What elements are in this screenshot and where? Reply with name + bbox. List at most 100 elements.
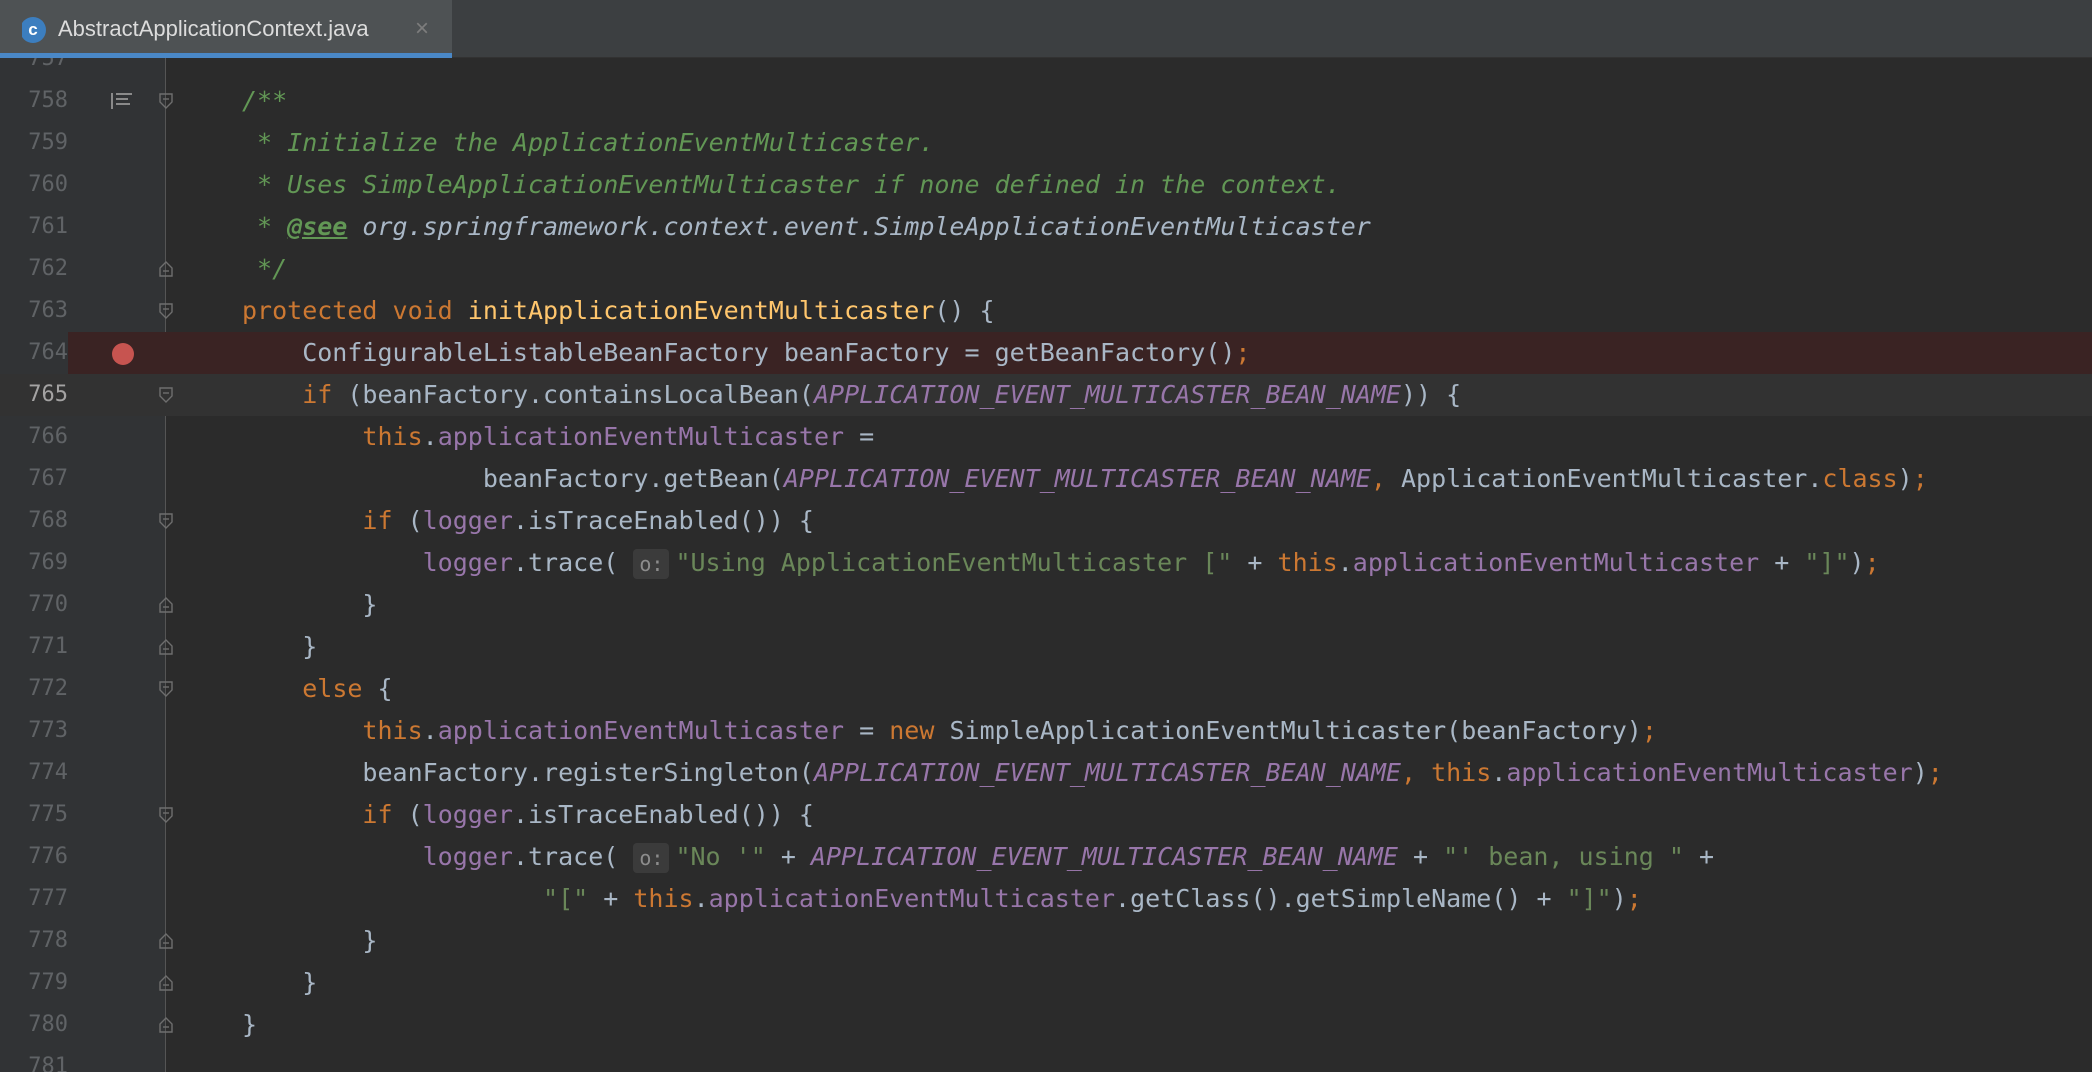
fold-close-icon[interactable] [159, 933, 173, 949]
code-line[interactable]: 767 beanFactory.getBean(APPLICATION_EVEN… [0, 458, 2092, 500]
close-icon[interactable]: × [415, 0, 429, 58]
line-number[interactable]: 766 [0, 416, 68, 458]
line-number[interactable]: 776 [0, 836, 68, 878]
code-line[interactable]: 763 protected void initApplicationEventMu… [0, 290, 2092, 332]
code-line[interactable]: 773 this.applicationEventMulticaster = n… [0, 710, 2092, 752]
code-token: ; [1912, 464, 1928, 493]
code-text[interactable]: * Initialize the ApplicationEventMultica… [242, 122, 934, 164]
breakpoint-icon[interactable] [112, 343, 134, 365]
code-token: ApplicationEventMulticaster. [1400, 464, 1823, 493]
line-number[interactable]: 765 [0, 374, 68, 416]
code-text[interactable]: beanFactory.registerSingleton(APPLICATIO… [242, 752, 1942, 794]
code-line[interactable]: 770 } [0, 584, 2092, 626]
line-number[interactable]: 780 [0, 1004, 68, 1046]
code-text[interactable]: if (beanFactory.containsLocalBean(APPLIC… [242, 374, 1461, 416]
toggle-rendered-doc-icon[interactable] [111, 91, 133, 111]
code-line[interactable]: 781 [0, 1046, 2092, 1072]
code-line[interactable]: 768 if (logger.isTraceEnabled()) { [0, 500, 2092, 542]
line-number[interactable]: 779 [0, 962, 68, 1004]
code-line[interactable]: 780} [0, 1004, 2092, 1046]
code-text[interactable]: this.applicationEventMulticaster = new S… [242, 710, 1656, 752]
line-number[interactable]: 761 [0, 206, 68, 248]
code-line[interactable]: 771 } [0, 626, 2092, 668]
code-line[interactable]: 764 ConfigurableListableBeanFactory bean… [0, 332, 2092, 374]
fold-close-icon[interactable] [159, 1017, 173, 1033]
code-line[interactable]: 765 if (beanFactory.containsLocalBean(AP… [0, 374, 2092, 416]
code-text[interactable]: * Uses SimpleApplicationEventMulticaster… [242, 164, 1341, 206]
fold-open-icon[interactable] [159, 303, 173, 319]
line-number[interactable]: 774 [0, 752, 68, 794]
code-text[interactable]: logger.trace( o: "No '" + APPLICATION_EVE… [242, 836, 1714, 878]
code-token: * Uses SimpleApplicationEventMulticaster… [242, 170, 1341, 199]
code-text[interactable]: "[" + this.applicationEventMulticaster.g… [242, 878, 1642, 920]
code-token: .getClass().getSimpleName() + [1115, 884, 1567, 913]
code-line[interactable]: 774 beanFactory.registerSingleton(APPLIC… [0, 752, 2092, 794]
line-number[interactable]: 771 [0, 626, 68, 668]
code-text[interactable]: protected void initApplicationEventMulti… [242, 290, 995, 332]
code-line[interactable]: 760 * Uses SimpleApplicationEventMultica… [0, 164, 2092, 206]
fold-open-icon[interactable] [159, 807, 173, 823]
line-number[interactable]: 769 [0, 542, 68, 584]
code-line[interactable]: 779 } [0, 962, 2092, 1004]
code-line[interactable]: 775 if (logger.isTraceEnabled()) { [0, 794, 2092, 836]
code-line[interactable]: 772 else { [0, 668, 2092, 710]
line-number[interactable]: 770 [0, 584, 68, 626]
code-text[interactable]: if (logger.isTraceEnabled()) { [242, 794, 814, 836]
line-number[interactable]: 758 [0, 80, 68, 122]
line-number[interactable]: 757 [0, 58, 68, 80]
line-number[interactable]: 760 [0, 164, 68, 206]
code-text[interactable]: } [242, 1004, 257, 1046]
code-line[interactable]: 761 * @see org.springframework.context.e… [0, 206, 2092, 248]
code-text[interactable]: } [242, 626, 317, 668]
tab-abstract-application-context[interactable]: c AbstractApplicationContext.java × [0, 0, 452, 58]
line-number[interactable]: 781 [0, 1046, 68, 1072]
fold-close-icon[interactable] [159, 639, 173, 655]
line-number[interactable]: 775 [0, 794, 68, 836]
code-text[interactable]: beanFactory.getBean(APPLICATION_EVENT_MU… [242, 458, 1928, 500]
line-number[interactable]: 777 [0, 878, 68, 920]
code-text[interactable]: this.applicationEventMulticaster = [242, 416, 874, 458]
code-line[interactable]: 759 * Initialize the ApplicationEventMul… [0, 122, 2092, 164]
line-number[interactable]: 763 [0, 290, 68, 332]
fold-open-icon[interactable] [159, 681, 173, 697]
fold-close-icon[interactable] [159, 261, 173, 277]
line-number[interactable]: 772 [0, 668, 68, 710]
code-text[interactable]: } [242, 962, 317, 1004]
fold-close-icon[interactable] [159, 597, 173, 613]
code-text[interactable]: if (logger.isTraceEnabled()) { [242, 500, 814, 542]
code-text[interactable]: } [242, 920, 377, 962]
line-number[interactable]: 762 [0, 248, 68, 290]
line-number[interactable]: 773 [0, 710, 68, 752]
fold-open-icon[interactable] [159, 513, 173, 529]
code-text[interactable]: /** [242, 80, 287, 122]
code-line[interactable]: 777 "[" + this.applicationEventMulticast… [0, 878, 2092, 920]
line-number[interactable]: 764 [0, 332, 68, 374]
fold-open-icon[interactable] [159, 93, 173, 109]
code-token: logger [422, 800, 513, 829]
line-number[interactable]: 768 [0, 500, 68, 542]
code-text[interactable]: */ [242, 248, 287, 290]
code-token: . [1491, 758, 1507, 787]
code-line[interactable]: 769 logger.trace( o: "Using ApplicationEv… [0, 542, 2092, 584]
code-line[interactable]: 766 this.applicationEventMulticaster = [0, 416, 2092, 458]
code-text[interactable]: * @see org.springframework.context.event… [242, 206, 1371, 248]
fold-close-icon[interactable] [159, 975, 173, 991]
code-line[interactable]: 757 [0, 58, 2092, 80]
line-number[interactable]: 759 [0, 122, 68, 164]
line-number[interactable]: 778 [0, 920, 68, 962]
code-line[interactable]: 778 } [0, 920, 2092, 962]
line-number[interactable]: 767 [0, 458, 68, 500]
code-token: class [1822, 464, 1898, 493]
code-line[interactable]: 758 /** [0, 80, 2092, 122]
code-editor[interactable]: 757 758 /** 759 * Initialize the Applicatio… [0, 58, 2092, 1072]
fold-open-icon[interactable] [159, 387, 173, 403]
code-text[interactable]: else { [242, 668, 392, 710]
code-text[interactable]: ConfigurableListableBeanFactory beanFact… [242, 332, 1250, 374]
code-token: applicationEventMulticaster [1506, 758, 1913, 787]
code-line[interactable]: 762 */ [0, 248, 2092, 290]
code-text[interactable]: logger.trace( o: "Using ApplicationEventM… [242, 542, 1880, 584]
code-line[interactable]: 776 logger.trace( o: "No '" + APPLICATION… [0, 836, 2092, 878]
code-text[interactable]: } [242, 584, 377, 626]
